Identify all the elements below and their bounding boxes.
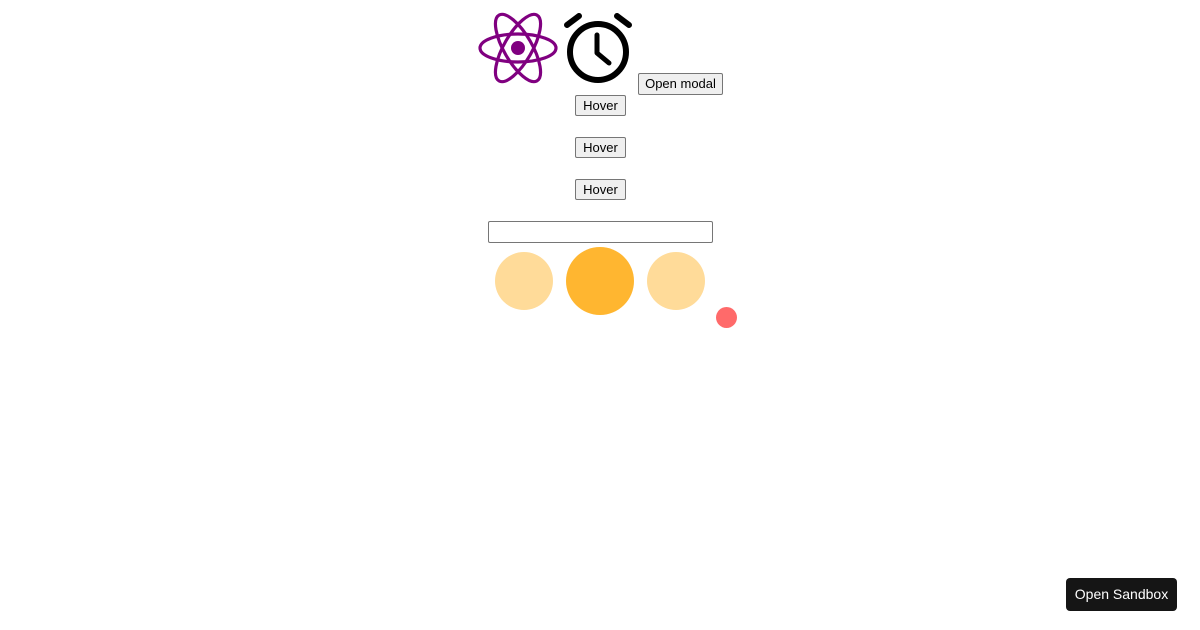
text-input[interactable] — [488, 221, 713, 243]
cursor-follower-dot — [716, 307, 737, 328]
dot-right — [647, 252, 705, 310]
react-atom-icon — [478, 12, 558, 84]
hover-button-1[interactable]: Hover — [575, 95, 626, 116]
page-stage: Open modal Hover Hover Hover Open Sandbo… — [0, 0, 1200, 630]
alarm-clock-icon — [564, 13, 632, 83]
dot-center — [566, 247, 634, 315]
dot-left — [495, 252, 553, 310]
open-modal-button[interactable]: Open modal — [638, 73, 723, 95]
open-sandbox-button[interactable]: Open Sandbox — [1066, 578, 1177, 611]
hover-button-2[interactable]: Hover — [575, 137, 626, 158]
hover-button-3[interactable]: Hover — [575, 179, 626, 200]
